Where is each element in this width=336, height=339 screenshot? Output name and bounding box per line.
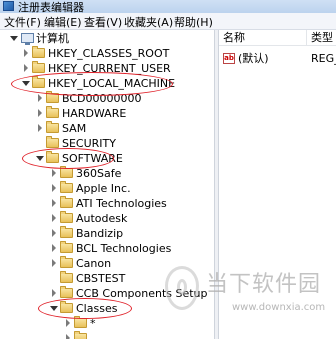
string-value-icon: ab [223,53,235,64]
tree-item-hkey-current-user[interactable]: HKEY_CURRENT_USER [0,61,214,76]
collapse-arrow-icon[interactable] [24,64,28,72]
folder-icon [60,241,73,253]
tree-item-apple-inc[interactable]: Apple Inc. [0,181,214,196]
value-type: REG_ [311,52,336,65]
folder-icon [60,226,73,238]
tree-item-label: HKEY_CURRENT_USER [48,62,171,75]
tree-item-label: CBSTEST [76,272,126,285]
tree-item-label: 360Safe [76,167,122,180]
folder-icon [46,106,59,118]
folder-icon [60,196,73,208]
expand-arrow-icon[interactable] [10,36,18,41]
regedit-app-icon [3,1,14,11]
tree-item-asterisk[interactable]: * [0,316,214,331]
folder-icon [60,211,73,223]
folder-icon [46,136,59,148]
folder-icon [60,301,73,313]
watermark-brand: 当下软件园 [206,272,322,297]
tree-item-software[interactable]: SOFTWARE [0,151,214,166]
tree-item-label: . [90,332,94,339]
tree-item-computer[interactable]: 计算机 [0,31,214,46]
menu-edit[interactable]: 编辑(E) [44,14,82,30]
computer-icon [21,33,34,45]
folder-icon [32,46,45,58]
folder-icon [74,331,87,339]
menu-help[interactable]: 帮助(H) [174,14,213,30]
expand-arrow-icon[interactable] [22,81,30,86]
menu-file[interactable]: 文件(F) [4,14,41,30]
tree-item-label: HARDWARE [62,107,127,120]
tree-item-label: HKEY_CLASSES_ROOT [48,47,170,60]
tree-item-label: 计算机 [36,32,69,45]
tree-item-security[interactable]: SECURITY [0,136,214,151]
collapse-arrow-icon[interactable] [38,124,42,132]
tree-item-label: * [90,317,96,330]
tree-item-bandizip[interactable]: Bandizip [0,226,214,241]
expand-arrow-icon[interactable] [36,156,44,161]
expand-arrow-icon[interactable] [50,306,58,311]
folder-icon [60,181,73,193]
menu-favorites[interactable]: 收藏夹(A) [124,14,173,30]
tree-item-label: ATI Technologies [76,197,167,210]
window-title: 注册表编辑器 [18,1,84,13]
tree-item-360safe[interactable]: 360Safe [0,166,214,181]
menu-view[interactable]: 查看(V) [84,14,122,30]
collapse-arrow-icon[interactable] [52,229,56,237]
collapse-arrow-icon[interactable] [52,199,56,207]
folder-icon [74,316,87,328]
collapse-arrow-icon[interactable] [38,109,42,117]
tree-item-label: SOFTWARE [62,152,123,165]
menu-bar: 文件(F) 编辑(E) 查看(V) 收藏夹(A) 帮助(H) [0,13,336,30]
folder-icon [60,271,73,283]
tree-item-bcl-technologies[interactable]: BCL Technologies [0,241,214,256]
tree-item-dot[interactable]: . [0,331,214,339]
tree-item-hkey-classes-root[interactable]: HKEY_CLASSES_ROOT [0,46,214,61]
collapse-arrow-icon[interactable] [52,184,56,192]
tree-item-label: SECURITY [62,137,116,150]
tree-item-ati-technologies[interactable]: ATI Technologies [0,196,214,211]
column-header-name[interactable]: 名称 [219,30,307,46]
folder-icon [46,91,59,103]
tree-item-autodesk[interactable]: Autodesk [0,211,214,226]
collapse-arrow-icon[interactable] [52,259,56,267]
value-name[interactable]: (默认) [238,51,269,66]
tree-item-label: HKEY_LOCAL_MACHINE [48,77,176,90]
tree-item-label: Autodesk [76,212,128,225]
tree-item-bcd00000000[interactable]: BCD00000000 [0,91,214,106]
column-header-type[interactable]: 类型 [307,30,336,46]
collapse-arrow-icon[interactable] [52,214,56,222]
collapse-arrow-icon[interactable] [52,169,56,177]
collapse-arrow-icon[interactable] [66,334,70,339]
tree-item-label: BCL Technologies [76,242,172,255]
folder-icon [60,286,73,298]
tree-item-label: Apple Inc. [76,182,131,195]
tree-item-hardware[interactable]: HARDWARE [0,106,214,121]
collapse-arrow-icon[interactable] [66,319,70,327]
collapse-arrow-icon[interactable] [38,94,42,102]
tree-item-sam[interactable]: SAM [0,121,214,136]
tree-item-label: SAM [62,122,87,135]
tree-item-label: BCD00000000 [62,92,142,105]
folder-icon [60,256,73,268]
folder-icon [60,166,73,178]
tree-item-label: Classes [76,302,118,315]
folder-icon [46,121,59,133]
collapse-arrow-icon[interactable] [52,244,56,252]
tree-item-label: Canon [76,257,112,270]
watermark-url: www.downxia.com [232,302,326,313]
title-bar: 注册表编辑器 [0,0,336,13]
tree-item-label: Bandizip [76,227,124,240]
folder-icon [46,151,59,163]
collapse-arrow-icon[interactable] [24,49,28,57]
folder-icon [32,61,45,73]
collapse-arrow-icon[interactable] [52,289,56,297]
folder-icon [32,76,45,88]
tree-item-hkey-local-machine[interactable]: HKEY_LOCAL_MACHINE [0,76,214,91]
